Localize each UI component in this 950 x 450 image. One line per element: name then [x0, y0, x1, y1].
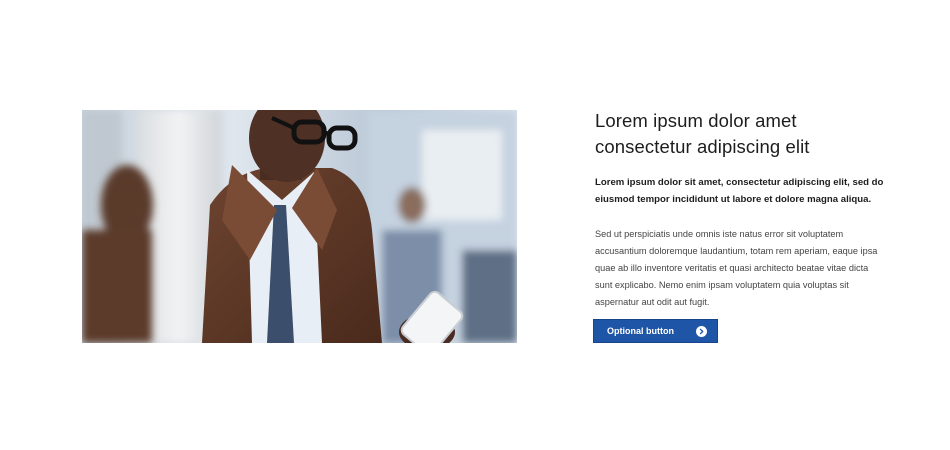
section-title: Lorem ipsum dolor amet consectetur adipi…	[595, 110, 810, 157]
text-column: Lorem ipsum dolor amet consectetur adipi…	[595, 108, 885, 311]
content-section: Lorem ipsum dolor amet consectetur adipi…	[0, 0, 950, 450]
hero-image	[82, 110, 517, 343]
optional-button[interactable]: Optional button	[593, 319, 718, 343]
body-paragraph: Sed ut perspiciatis unde omnis iste natu…	[595, 229, 878, 307]
lead-paragraph: Lorem ipsum dolor sit amet, consectetur …	[595, 177, 884, 205]
optional-button-label: Optional button	[607, 326, 674, 336]
chevron-right-circle-icon	[696, 325, 707, 337]
